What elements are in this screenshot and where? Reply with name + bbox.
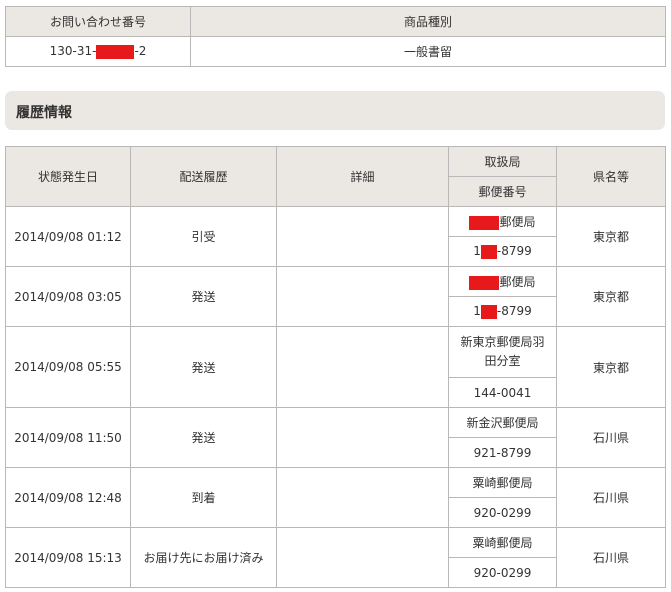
item-type-value: 一般書留 <box>190 36 666 67</box>
row-prefecture: 石川県 <box>556 407 666 468</box>
row-date: 2014/09/08 05:55 <box>5 326 131 408</box>
row-office: 新東京郵便局羽田分室 <box>448 326 557 378</box>
item-type-header: 商品種別 <box>190 6 666 37</box>
redaction-mark <box>96 44 135 59</box>
row-office: 郵便局 <box>448 266 557 297</box>
row-details <box>276 467 449 528</box>
history-row: 2014/09/08 12:48 到着 粟崎郵便局 石川県 <box>5 467 666 528</box>
row-postal-code: 920-0299 <box>448 557 557 588</box>
row-prefecture: 東京都 <box>556 266 666 327</box>
inquiry-number-suffix: -2 <box>134 44 147 59</box>
section-title: 履歴情報 <box>16 105 72 121</box>
postal-code-header: 郵便番号 <box>448 176 557 207</box>
row-postal-code: 1 -8799 <box>448 236 557 267</box>
row-date: 2014/09/08 01:12 <box>5 206 131 267</box>
date-header: 状態発生日 <box>5 146 131 207</box>
row-status: 発送 <box>130 326 277 408</box>
row-prefecture: 石川県 <box>556 527 666 588</box>
row-details <box>276 326 449 408</box>
row-status: 引受 <box>130 206 277 267</box>
redaction-mark <box>469 275 500 290</box>
tracking-history-table: 状態発生日 配送履歴 詳細 取扱局 県名等 郵便番号 2014/09/08 01… <box>5 146 666 588</box>
redaction-mark <box>480 244 497 259</box>
history-section-header: 履歴情報 <box>5 91 665 130</box>
row-status: 発送 <box>130 407 277 468</box>
row-date: 2014/09/08 12:48 <box>5 467 131 528</box>
row-postal-prefix: 1 <box>473 304 481 319</box>
row-status: お届け先にお届け済み <box>130 527 277 588</box>
row-postal-prefix: 1 <box>473 244 481 259</box>
row-date: 2014/09/08 11:50 <box>5 407 131 468</box>
history-row: 2014/09/08 03:05 発送 郵便局 東京都 <box>5 266 666 327</box>
row-prefecture: 東京都 <box>556 206 666 267</box>
office-header: 取扱局 <box>448 146 557 177</box>
row-postal-code: 920-0299 <box>448 497 557 528</box>
row-office: 郵便局 <box>448 206 557 237</box>
row-postal-code: 921-8799 <box>448 437 557 468</box>
row-status: 到着 <box>130 467 277 528</box>
row-office-name: 郵便局 <box>499 275 536 289</box>
row-details <box>276 206 449 267</box>
row-postal-code: 1 -8799 <box>448 296 557 327</box>
row-prefecture: 東京都 <box>556 326 666 408</box>
row-office: 粟崎郵便局 <box>448 527 557 558</box>
inquiry-number-value: 130-31- -2 <box>5 36 191 67</box>
row-postal-rest: -8799 <box>496 304 532 319</box>
row-date: 2014/09/08 15:13 <box>5 527 131 588</box>
inquiry-summary-table: お問い合わせ番号 商品種別 130-31- -2 一般書留 <box>5 6 666 67</box>
row-prefecture: 石川県 <box>556 467 666 528</box>
row-details <box>276 407 449 468</box>
row-postal-code: 144-0041 <box>448 377 557 408</box>
row-date: 2014/09/08 03:05 <box>5 266 131 327</box>
status-header: 配送履歴 <box>130 146 277 207</box>
inquiry-number-prefix: 130-31- <box>49 44 97 59</box>
prefecture-header: 県名等 <box>556 146 666 207</box>
row-office: 粟崎郵便局 <box>448 467 557 498</box>
inquiry-number-header: お問い合わせ番号 <box>5 6 191 37</box>
history-row: 2014/09/08 15:13 お届け先にお届け済み 粟崎郵便局 石川県 <box>5 527 666 588</box>
redaction-mark <box>480 304 497 319</box>
row-office-name: 郵便局 <box>499 215 536 229</box>
row-office: 新金沢郵便局 <box>448 407 557 438</box>
redaction-mark <box>469 215 500 230</box>
row-postal-rest: -8799 <box>496 244 532 259</box>
row-details <box>276 527 449 588</box>
row-status: 発送 <box>130 266 277 327</box>
history-row: 2014/09/08 11:50 発送 新金沢郵便局 石川県 <box>5 407 666 468</box>
history-row: 2014/09/08 01:12 引受 郵便局 東京都 <box>5 206 666 267</box>
row-details <box>276 266 449 327</box>
details-header: 詳細 <box>276 146 449 207</box>
history-row: 2014/09/08 05:55 発送 新東京郵便局羽田分室 東京都 <box>5 326 666 408</box>
